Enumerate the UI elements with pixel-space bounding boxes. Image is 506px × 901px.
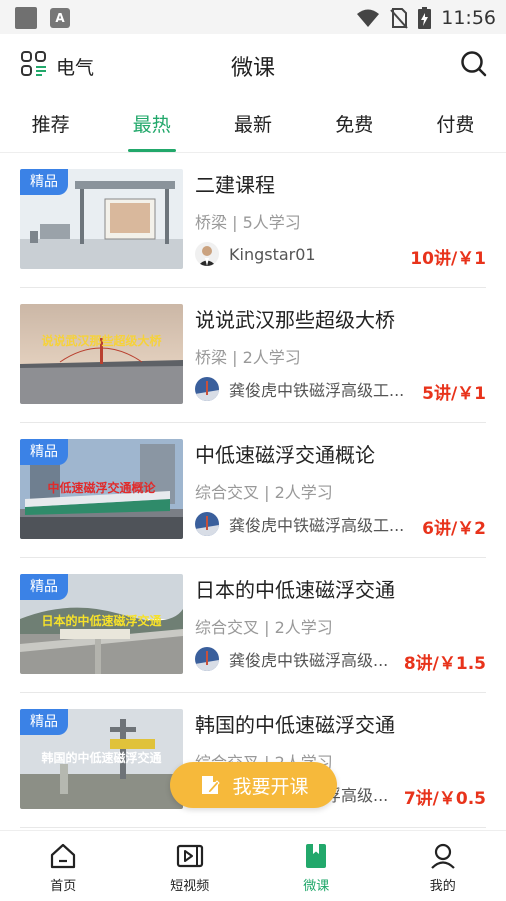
course-meta: 综合交叉 | 2人学习	[195, 479, 333, 503]
course-title: 中低速磁浮交通概论	[195, 439, 375, 468]
course-price: 7讲/￥0.5	[404, 784, 486, 809]
course-title: 说说武汉那些超级大桥	[195, 304, 395, 333]
home-icon	[48, 841, 78, 871]
course-thumbnail: 精品 日本的中低速磁浮交通	[20, 574, 183, 674]
course-author: 龚俊虎中铁磁浮高级工...	[195, 512, 405, 536]
page-title: 微课	[0, 50, 506, 82]
author-name: Kingstar01	[229, 245, 316, 264]
course-author: 龚俊虎中铁磁浮高级...	[195, 647, 405, 671]
course-item[interactable]: 精品 中低速磁浮交通概论 中低速磁浮交通概论 综合交叉 | 2人学习 龚俊虎中铁…	[20, 423, 486, 558]
bottom-nav: 首页 短视频 微课 我的	[0, 830, 506, 901]
search-button[interactable]	[460, 50, 488, 82]
course-price: 10讲/￥1	[410, 244, 486, 269]
thumbnail-caption: 日本的中低速磁浮交通	[20, 612, 183, 629]
nav-short-video-label: 短视频	[170, 875, 209, 894]
course-title: 日本的中低速磁浮交通	[195, 574, 395, 603]
thumbnail-caption: 说说武汉那些超级大桥	[20, 332, 183, 349]
author-name: 龚俊虎中铁磁浮高级工...	[229, 377, 404, 401]
tab-bar: 推荐 最热 最新 免费 付费	[0, 100, 506, 153]
premium-badge: 精品	[20, 709, 68, 735]
tab-newest[interactable]: 最新	[202, 100, 303, 152]
course-price: 6讲/￥2	[422, 514, 486, 539]
nav-home-label: 首页	[50, 875, 76, 894]
course-meta: 桥梁 | 2人学习	[195, 344, 301, 368]
app-notification-icon: A	[50, 8, 70, 28]
nav-mine-label: 我的	[430, 875, 456, 894]
course-meta: 综合交叉 | 2人学习	[195, 614, 333, 638]
clock-text: 11:56	[441, 7, 496, 29]
course-item[interactable]: 说说武汉那些超级大桥 说说武汉那些超级大桥 桥梁 | 2人学习 龚俊虎中铁磁浮高…	[20, 288, 486, 423]
premium-badge: 精品	[20, 574, 68, 600]
nav-short-video[interactable]: 短视频	[127, 831, 254, 901]
tab-recommended[interactable]: 推荐	[0, 100, 101, 152]
author-name: 龚俊虎中铁磁浮高级工...	[229, 512, 404, 536]
nav-micro-course-label: 微课	[303, 875, 329, 894]
notification-square-icon	[15, 7, 37, 29]
avatar	[195, 512, 219, 536]
course-item[interactable]: 精品 二建课程 桥梁 | 5人学习 Kingstar01 10讲/￥1	[20, 153, 486, 288]
video-icon	[175, 841, 205, 871]
tab-paid[interactable]: 付费	[405, 100, 506, 152]
course-author: 龚俊虎中铁磁浮高级工...	[195, 377, 405, 401]
open-course-button[interactable]: 我要开课	[170, 762, 337, 808]
person-icon	[428, 841, 458, 871]
premium-badge: 精品	[20, 439, 68, 465]
top-bar: 电气 微课	[0, 40, 506, 90]
thumbnail-caption: 韩国的中低速磁浮交通	[20, 749, 183, 766]
thumbnail-caption: 中低速磁浮交通概论	[20, 479, 183, 496]
no-sim-icon	[390, 7, 408, 29]
open-course-label: 我要开课	[232, 772, 308, 799]
status-bar: A 11:56	[0, 0, 506, 34]
bookmark-book-icon	[301, 841, 331, 871]
course-author: Kingstar01	[195, 242, 405, 266]
nav-micro-course[interactable]: 微课	[253, 831, 380, 901]
tab-hottest[interactable]: 最热	[101, 100, 202, 152]
course-title: 二建课程	[195, 169, 275, 198]
nav-mine[interactable]: 我的	[380, 831, 506, 901]
course-meta: 桥梁 | 5人学习	[195, 209, 301, 233]
course-item[interactable]: 精品 日本的中低速磁浮交通 日本的中低速磁浮交通 综合交叉 | 2人学习 龚俊虎…	[20, 558, 486, 693]
edit-note-icon	[198, 773, 222, 797]
course-thumbnail: 精品 中低速磁浮交通概论	[20, 439, 183, 539]
avatar	[195, 242, 219, 266]
course-title: 韩国的中低速磁浮交通	[195, 709, 395, 738]
author-name: 龚俊虎中铁磁浮高级...	[229, 647, 388, 671]
tab-free[interactable]: 免费	[304, 100, 405, 152]
course-thumbnail: 精品 韩国的中低速磁浮交通	[20, 709, 183, 809]
course-list: 精品 二建课程 桥梁 | 5人学习 Kingstar01 10讲/￥1 说说武汉…	[0, 153, 506, 828]
course-thumbnail: 说说武汉那些超级大桥	[20, 304, 183, 404]
status-right: 11:56	[356, 6, 496, 30]
course-price: 8讲/￥1.5	[404, 649, 486, 674]
battery-charging-icon	[418, 7, 431, 29]
avatar	[195, 647, 219, 671]
wifi-icon	[356, 8, 380, 28]
course-thumbnail: 精品	[20, 169, 183, 269]
avatar	[195, 377, 219, 401]
course-price: 5讲/￥1	[422, 379, 486, 404]
search-icon	[460, 50, 488, 78]
premium-badge: 精品	[20, 169, 68, 195]
nav-home[interactable]: 首页	[0, 831, 127, 901]
